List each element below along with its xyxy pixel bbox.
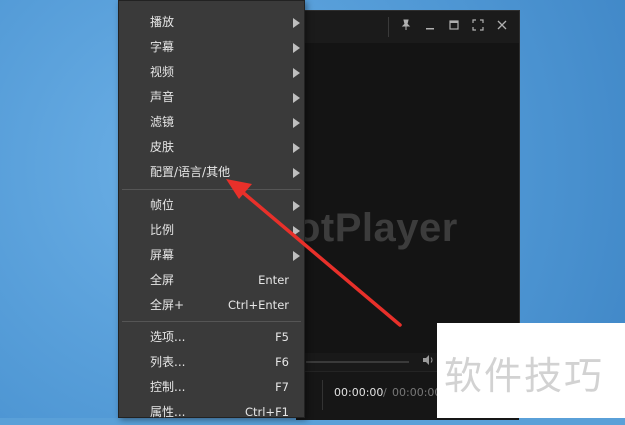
- menu-item-shortcut: Enter: [258, 273, 289, 287]
- watermark: 软件技巧: [437, 323, 625, 418]
- menu-item-subtitles[interactable]: 字幕: [119, 35, 304, 60]
- menu-item-fullscreen[interactable]: 全屏 Enter: [119, 268, 304, 293]
- submenu-arrow-icon: [293, 226, 300, 236]
- menu-item-label: 控制...: [150, 380, 186, 394]
- total-time: 00:00:00: [392, 386, 442, 399]
- submenu-arrow-icon: [293, 143, 300, 153]
- submenu-arrow-icon: [293, 93, 300, 103]
- menu-item-label: 全屏: [150, 273, 175, 287]
- menu-item-label: 屏幕: [150, 248, 175, 262]
- submenu-arrow-icon: [293, 18, 300, 28]
- menu-item-filters[interactable]: 滤镜: [119, 110, 304, 135]
- time-separator: /: [383, 386, 387, 399]
- seek-track[interactable]: [306, 361, 409, 363]
- titlebar-separator: [388, 17, 389, 37]
- menu-item-label: 选项...: [150, 330, 186, 344]
- submenu-arrow-icon: [293, 201, 300, 211]
- menu-item-fullscreen-plus[interactable]: 全屏+ Ctrl+Enter: [119, 293, 304, 318]
- player-titlebar: [296, 11, 519, 44]
- menu-item-play[interactable]: 播放: [119, 10, 304, 35]
- submenu-arrow-icon: [293, 118, 300, 128]
- menu-item-label: 视频: [150, 65, 175, 79]
- current-time: 00:00:00: [334, 386, 384, 399]
- submenu-arrow-icon: [293, 43, 300, 53]
- menu-item-aspect-ratio[interactable]: 比例: [119, 218, 304, 243]
- control-separator: [322, 380, 323, 410]
- maximize-icon[interactable]: [446, 19, 462, 35]
- menu-separator: [122, 189, 301, 190]
- menu-item-config-language-other[interactable]: 配置/语言/其他: [119, 160, 304, 185]
- menu-item-label: 比例: [150, 223, 175, 237]
- menu-item-shortcut: F6: [275, 355, 289, 369]
- menu-item-control[interactable]: 控制... F7: [119, 375, 304, 400]
- watermark-text: 软件技巧: [444, 354, 605, 398]
- menu-item-label: 播放: [150, 15, 175, 29]
- menu-item-label: 声音: [150, 90, 175, 104]
- volume-icon[interactable]: [422, 354, 434, 369]
- submenu-arrow-icon: [293, 68, 300, 78]
- menu-item-properties[interactable]: 属性... Ctrl+F1: [119, 400, 304, 425]
- menu-item-label: 属性...: [150, 405, 186, 419]
- pin-icon[interactable]: [398, 19, 414, 35]
- menu-item-options[interactable]: 选项... F5: [119, 325, 304, 350]
- menu-item-video[interactable]: 视频: [119, 60, 304, 85]
- close-icon[interactable]: [494, 19, 510, 35]
- submenu-arrow-icon: [293, 251, 300, 261]
- menu-item-skins[interactable]: 皮肤: [119, 135, 304, 160]
- video-area[interactable]: otPlayer: [296, 43, 519, 353]
- menu-item-screen[interactable]: 屏幕: [119, 243, 304, 268]
- fullscreen-icon[interactable]: [470, 19, 486, 35]
- menu-item-label: 配置/语言/其他: [150, 165, 231, 179]
- menu-item-shortcut: Ctrl+F1: [244, 405, 289, 419]
- menu-item-label: 帧位: [150, 198, 175, 212]
- menu-item-label: 滤镜: [150, 115, 175, 129]
- menu-item-shortcut: Ctrl+Enter: [228, 298, 289, 312]
- menu-item-label: 全屏+: [150, 298, 185, 312]
- minimize-icon[interactable]: [422, 19, 438, 35]
- menu-item-label: 皮肤: [150, 140, 175, 154]
- menu-separator: [122, 321, 301, 322]
- menu-item-shortcut: F7: [275, 380, 289, 394]
- menu-item-audio[interactable]: 声音: [119, 85, 304, 110]
- submenu-arrow-icon: [293, 168, 300, 178]
- menu-item-frame[interactable]: 帧位: [119, 193, 304, 218]
- menu-item-playlist[interactable]: 列表... F6: [119, 350, 304, 375]
- player-logo: otPlayer: [296, 206, 458, 250]
- menu-item-shortcut: F5: [275, 330, 289, 344]
- menu-item-label: 字幕: [150, 40, 175, 54]
- context-menu: 播放 字幕 视频 声音 滤镜 皮肤 配置/语言/其他 帧位 比例 屏幕 全屏 E…: [118, 0, 305, 419]
- menu-item-label: 列表...: [150, 355, 186, 369]
